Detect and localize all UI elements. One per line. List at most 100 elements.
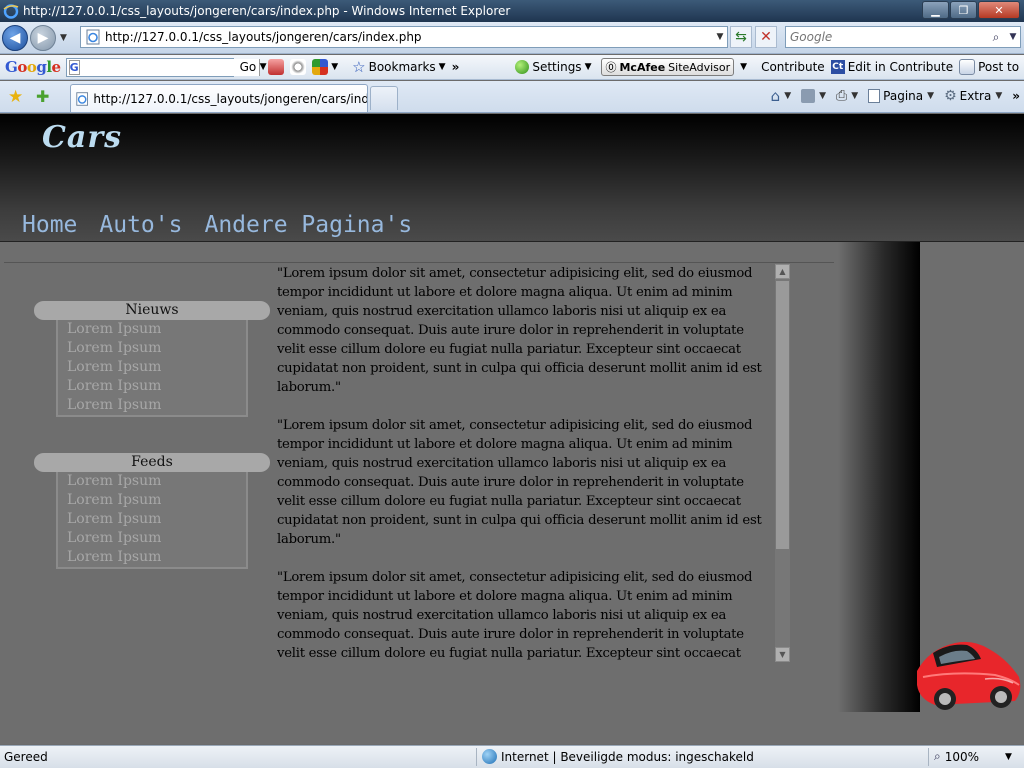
print-dropdown-icon[interactable]: ▼ <box>851 91 858 101</box>
contribute-button[interactable]: Contribute <box>761 60 825 74</box>
stop-button[interactable]: ✕ <box>755 26 777 48</box>
bookmarks-label: Bookmarks <box>368 60 436 74</box>
go-label: Go <box>239 60 257 74</box>
magnifier-icon[interactable]: ⌕ <box>986 30 1006 45</box>
magnifier-icon: ⌕ <box>934 749 941 763</box>
home-dropdown-icon[interactable]: ▼ <box>784 91 791 101</box>
zoom-control[interactable]: ⌕ 100% ▼ <box>934 749 1012 764</box>
sidebar-link[interactable]: Lorem Ipsum <box>58 529 246 548</box>
overflow-chevron-icon: » <box>451 60 460 74</box>
globe-icon <box>482 749 497 764</box>
sidebar-list-nieuws: Lorem Ipsum Lorem Ipsum Lorem Ipsum Lore… <box>56 320 248 417</box>
command-bar: ⌂ ▼ ▼ ⎙ ▼ Pagina ▼ ⚙ Extra ▼ » <box>771 87 1020 105</box>
sidebar-title-feeds: Feeds <box>34 453 270 472</box>
pagerank-button[interactable] <box>268 59 285 75</box>
google-search-dropdown-icon[interactable]: ▼ <box>258 58 267 76</box>
close-window-button[interactable]: ✕ <box>978 1 1020 19</box>
address-bar[interactable]: http://127.0.0.1/css_layouts/jongeren/ca… <box>80 26 728 48</box>
bookmark-star-icon: ☆ <box>352 58 366 76</box>
refresh-button[interactable]: ⇆ <box>730 26 752 48</box>
site-header: Cars Home Auto's Andere Pagina's <box>0 114 1024 242</box>
google-logo[interactable]: Google <box>5 58 61 76</box>
sidebar-link[interactable]: Lorem Ipsum <box>58 491 246 510</box>
page-icon <box>76 91 88 106</box>
tools-menu-button[interactable]: ⚙ Extra <box>944 88 991 104</box>
sidebar-link[interactable]: Lorem Ipsum <box>58 548 246 567</box>
edit-in-contribute-button[interactable]: Ct Edit in Contribute <box>830 60 954 74</box>
sidebar-link[interactable]: Lorem Ipsum <box>58 510 246 529</box>
settings-status-icon <box>515 60 530 74</box>
popup-blocker-button[interactable]: ▼ <box>312 59 338 75</box>
blog-post-icon <box>959 59 976 75</box>
gear-icon: ⚙ <box>944 88 957 104</box>
status-divider <box>928 748 929 766</box>
right-gradient-panel <box>838 242 920 712</box>
bookmarks-button[interactable]: ☆ Bookmarks ▼ <box>352 58 445 76</box>
settings-button[interactable]: Settings ▼ <box>515 60 591 74</box>
popup-blocker-icon <box>312 59 329 75</box>
printer-icon[interactable]: ⎙ <box>836 88 847 104</box>
rss-icon[interactable] <box>801 89 816 103</box>
mcafee-dropdown-icon[interactable]: ▼ <box>740 62 747 72</box>
nav-link-autos[interactable]: Auto's <box>99 212 182 238</box>
star-icon[interactable]: ★ <box>8 87 23 107</box>
address-dropdown-icon[interactable]: ▼ <box>713 32 727 42</box>
mcafee-siteadvisor-button[interactable]: ⓪ McAfee SiteAdvisor <box>601 58 735 76</box>
command-overflow-icon[interactable]: » <box>1012 89 1020 103</box>
post-to-blog-button[interactable]: Post to Blo <box>959 59 1024 75</box>
page-menu-button[interactable]: Pagina <box>868 89 923 103</box>
back-arrow-icon: ◀ <box>9 30 21 46</box>
search-box[interactable]: ⌕ ▼ <box>785 26 1021 48</box>
toolbar-overflow-button[interactable]: » <box>452 60 460 74</box>
edit-in-contribute-label: Edit in Contribute <box>847 60 954 74</box>
restore-icon: ❐ <box>958 3 969 17</box>
chevron-down-icon: ▼ <box>331 62 339 72</box>
forward-button[interactable]: ▶ <box>30 25 56 51</box>
rss-dropdown-icon[interactable]: ▼ <box>819 91 826 101</box>
security-zone[interactable]: Internet | Beveiligde modus: ingeschakel… <box>482 749 754 764</box>
maximize-button[interactable]: ❐ <box>950 1 977 19</box>
add-favorite-icon[interactable]: ✚ <box>36 87 49 106</box>
window-title: http://127.0.0.1/css_layouts/jongeren/ca… <box>23 4 511 18</box>
spellcheck-button[interactable] <box>290 59 307 75</box>
zoom-dropdown-icon[interactable]: ▼ <box>1005 752 1012 762</box>
search-input[interactable] <box>786 30 986 44</box>
tools-dropdown-icon[interactable]: ▼ <box>995 91 1002 101</box>
google-search-input[interactable] <box>81 58 259 76</box>
settings-label: Settings <box>532 60 582 74</box>
google-search-field[interactable]: G ▼ <box>65 57 267 77</box>
sidebar-link[interactable]: Lorem Ipsum <box>58 377 246 396</box>
main-nav: Home Auto's Andere Pagina's <box>22 212 412 238</box>
page-menu-label: Pagina <box>883 89 924 103</box>
pagerank-icon <box>268 59 285 75</box>
scroll-up-icon[interactable]: ▲ <box>775 264 790 279</box>
google-go-button[interactable]: Go <box>240 60 257 74</box>
sidebar-link[interactable]: Lorem Ipsum <box>58 396 246 415</box>
address-url[interactable]: http://127.0.0.1/css_layouts/jongeren/ca… <box>105 30 713 44</box>
content-paragraph: "Lorem ipsum dolor sit amet, consectetur… <box>277 418 762 547</box>
nav-link-andere-paginas[interactable]: Andere Pagina's <box>204 212 412 238</box>
back-button[interactable]: ◀ <box>2 25 28 51</box>
site-logo[interactable]: Cars <box>42 120 122 155</box>
sidebar-link[interactable]: Lorem Ipsum <box>58 320 246 339</box>
scroll-down-icon[interactable]: ▼ <box>775 647 790 662</box>
tab-active[interactable]: http://127.0.0.1/css_layouts/jongeren/ca… <box>70 84 368 112</box>
page-icon <box>868 89 881 103</box>
history-dropdown-icon[interactable]: ▼ <box>60 33 67 43</box>
post-to-blog-label: Post to Blo <box>978 60 1024 74</box>
new-tab-button[interactable] <box>370 86 398 110</box>
minimize-button[interactable]: ▁ <box>922 1 949 19</box>
nav-link-home[interactable]: Home <box>22 212 77 238</box>
main-content[interactable]: "Lorem ipsum dolor sit amet, consectetur… <box>277 264 775 662</box>
content-scrollbar[interactable]: ▲ ▼ <box>775 264 790 662</box>
page-dropdown-icon[interactable]: ▼ <box>927 91 934 101</box>
scroll-thumb[interactable] <box>776 281 789 549</box>
home-icon[interactable]: ⌂ <box>771 87 781 105</box>
content-paragraph: "Lorem ipsum dolor sit amet, consectetur… <box>277 570 753 661</box>
address-toolbar: ◀ ▶ ▼ http://127.0.0.1/css_layouts/jonge… <box>0 22 1024 54</box>
chevron-down-icon: ▼ <box>584 62 592 72</box>
sidebar-link[interactable]: Lorem Ipsum <box>58 358 246 377</box>
search-dropdown-icon[interactable]: ▼ <box>1006 32 1020 42</box>
sidebar-link[interactable]: Lorem Ipsum <box>58 472 246 491</box>
sidebar-link[interactable]: Lorem Ipsum <box>58 339 246 358</box>
